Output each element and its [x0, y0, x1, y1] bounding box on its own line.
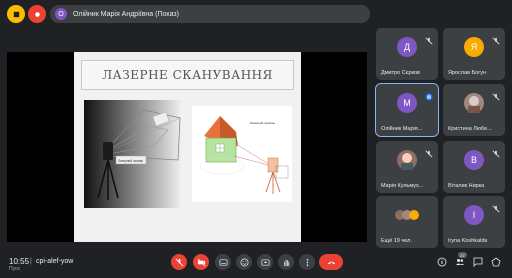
- activities-button[interactable]: [490, 256, 502, 268]
- top-bar: O Олійник Марія Андріївна (Показ): [0, 0, 512, 30]
- scanner-caption: Лазерний сканер: [118, 159, 143, 163]
- participant-name: Олійник Марія...: [381, 126, 423, 132]
- participant-tile[interactable]: Я Ярослав Богун: [443, 28, 505, 80]
- separator: |: [30, 258, 32, 265]
- mic-off-icon: [175, 258, 183, 266]
- people-icon: [456, 259, 464, 265]
- participant-name: Кристина Любе...: [448, 126, 492, 132]
- mic-toggle-button[interactable]: [171, 254, 187, 270]
- camera-toggle-button[interactable]: [193, 254, 209, 270]
- presenter-banner[interactable]: O Олійник Марія Андріївна (Показ): [50, 5, 370, 23]
- slide-title-box: ЛАЗЕРНЕ СКАНУВАННЯ: [81, 60, 294, 90]
- bottom-bar: 10:55 Пуск | cpi-alef-yow 27: [0, 248, 512, 278]
- scanner-illustration: Лазерний сканер: [84, 100, 182, 208]
- avatar-photo: [397, 150, 417, 170]
- record-button[interactable]: [28, 5, 46, 23]
- info-icon: [437, 257, 447, 267]
- more-vert-icon: [306, 258, 308, 266]
- chat-icon: [473, 257, 483, 267]
- participant-tile[interactable]: В Віталик Нирка: [443, 141, 505, 193]
- people-count-badge: 27: [458, 252, 467, 258]
- presenter-avatar: O: [55, 8, 67, 20]
- captions-icon: [219, 258, 227, 266]
- avatar: В: [464, 150, 484, 170]
- emoji-icon: [240, 258, 248, 266]
- participant-tile[interactable]: І Iryna Koshkalda: [443, 196, 505, 248]
- participant-name: Віталик Нирка: [448, 183, 485, 189]
- present-screen-icon: [261, 258, 269, 266]
- laser-caption: Лазерний промінь: [250, 121, 275, 125]
- presenter-label: Олійник Марія Андріївна (Показ): [73, 10, 179, 18]
- emoji-button[interactable]: [236, 254, 252, 270]
- mic-muted-icon: [425, 145, 433, 158]
- participant-tile-active[interactable]: М Олійник Марія...: [375, 83, 439, 137]
- shared-slide: ЛАЗЕРНЕ СКАНУВАННЯ Лазерний сканер Лазер…: [74, 52, 301, 242]
- camera-off-icon: [197, 258, 205, 266]
- participant-name: Iryna Koshkalda: [448, 238, 488, 244]
- present-button[interactable]: [257, 254, 273, 270]
- stacked-avatars: [394, 205, 420, 225]
- notes-button[interactable]: [7, 5, 25, 23]
- avatar: І: [464, 205, 484, 225]
- raise-hand-button[interactable]: [278, 254, 294, 270]
- house-illustration: Лазерний промінь: [192, 106, 292, 202]
- clock-time: 10:55: [9, 257, 30, 266]
- record-icon: [34, 11, 40, 17]
- chat-button[interactable]: [472, 256, 484, 268]
- clock-sub: Пуск: [9, 266, 20, 272]
- mic-muted-icon: [425, 32, 433, 45]
- participant-tile[interactable]: Марія Кульмух...: [376, 141, 438, 193]
- presentation-stage: ЛАЗЕРНЕ СКАНУВАННЯ Лазерний сканер Лазер…: [7, 52, 367, 242]
- leave-call-button[interactable]: [319, 254, 343, 270]
- more-participants-tile[interactable]: Ещё 19 чел.: [376, 196, 438, 248]
- more-participants-label: Ещё 19 чел.: [381, 238, 412, 244]
- mic-muted-icon: [492, 200, 500, 213]
- participant-name: Марія Кульмух...: [381, 183, 424, 189]
- activities-icon: [491, 257, 501, 267]
- avatar: Д: [397, 37, 417, 57]
- more-options-button[interactable]: [299, 254, 315, 270]
- hand-icon: [283, 259, 289, 266]
- participant-name: Дмитро Сєркoв: [381, 70, 420, 76]
- mic-muted-icon: [492, 145, 500, 158]
- participant-tile[interactable]: Д Дмитро Сєркoв: [376, 28, 438, 80]
- speaking-icon: [425, 88, 433, 101]
- avatar: М: [397, 93, 417, 113]
- mic-muted-icon: [492, 88, 500, 101]
- participant-name: Ярослав Богун: [448, 70, 487, 76]
- meeting-info-button[interactable]: [436, 256, 448, 268]
- captions-button[interactable]: [215, 254, 231, 270]
- hang-up-icon: [327, 261, 335, 264]
- meeting-code: cpi-alef-yow: [36, 258, 74, 265]
- avatar-photo: [464, 93, 484, 113]
- slide-title: ЛАЗЕРНЕ СКАНУВАННЯ: [102, 68, 273, 82]
- participant-tile[interactable]: Кристина Любе...: [443, 84, 505, 136]
- avatar: Я: [464, 37, 484, 57]
- sticky-note-icon: [13, 11, 19, 17]
- mic-muted-icon: [492, 32, 500, 45]
